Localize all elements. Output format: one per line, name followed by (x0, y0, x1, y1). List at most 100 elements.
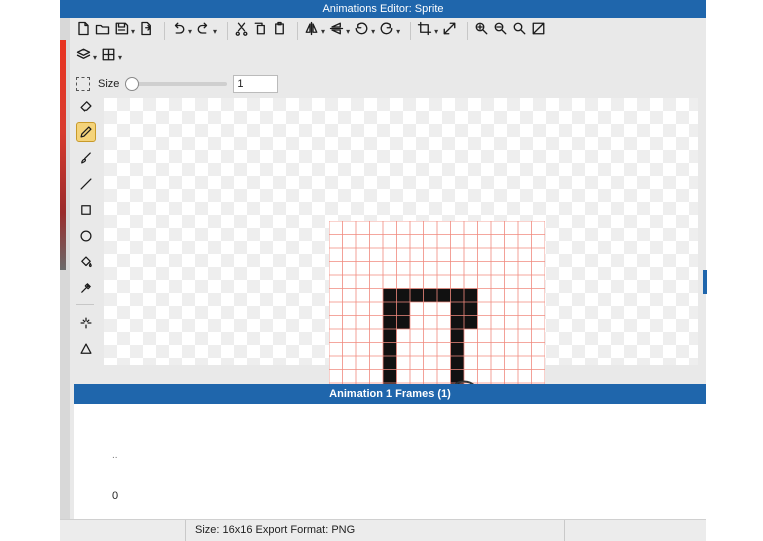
line-tool-icon[interactable] (76, 174, 96, 194)
copy-icon (253, 21, 268, 41)
frames-panel: .. 0 (74, 404, 706, 519)
chevron-down-icon[interactable]: ▾ (321, 27, 325, 36)
eyedropper-tool-icon[interactable] (76, 278, 96, 298)
chevron-down-icon[interactable]: ▾ (93, 53, 97, 62)
save-button[interactable]: ▾ (114, 21, 135, 41)
sprite-pixel[interactable] (450, 302, 465, 316)
status-bar: Size: 16x16 Export Format: PNG (60, 519, 706, 541)
zoom-out-icon (493, 21, 508, 41)
pencil-tool-icon[interactable] (76, 122, 96, 142)
chevron-down-icon[interactable]: ▾ (371, 27, 375, 36)
brush-tool-icon[interactable] (76, 148, 96, 168)
sprite-pixel[interactable] (450, 329, 465, 343)
zoom-fit-button[interactable] (512, 21, 527, 41)
size-slider[interactable] (125, 77, 228, 91)
sprite-pixel[interactable] (396, 302, 411, 316)
undo-button[interactable]: ▾ (171, 21, 192, 41)
chevron-down-icon[interactable]: ▾ (118, 53, 122, 62)
flip-horizontal-button[interactable]: ▾ (304, 21, 325, 41)
size-slider-knob[interactable] (125, 77, 140, 91)
chevron-down-icon[interactable]: ▾ (346, 27, 350, 36)
animations-editor-window: Animations Editor: Sprite ▾ ▾ ▾ ▾ ▾ ▾ ▾ ▾ ▾ ▾ Si… (60, 0, 706, 541)
frame-index-label[interactable]: 0 (112, 490, 118, 502)
eraser-tool-icon[interactable] (76, 96, 96, 116)
status-text: Size: 16x16 Export Format: PNG (195, 524, 356, 536)
new-file-button[interactable] (76, 21, 91, 41)
polygon-tool-icon[interactable] (76, 339, 96, 359)
sprite-pixel[interactable] (383, 329, 397, 343)
sprite-pixel[interactable] (437, 288, 451, 303)
paste-icon (272, 21, 287, 41)
status-divider (185, 520, 186, 541)
sprite-pixel[interactable] (383, 342, 397, 357)
toolbar-separator (227, 22, 229, 40)
sprite-canvas-area[interactable] (104, 98, 698, 437)
sprite-pixel[interactable] (383, 302, 397, 316)
export-button[interactable] (139, 21, 154, 41)
rotate-cw-button[interactable]: ▾ (379, 21, 400, 41)
sprite-pixel[interactable] (396, 288, 411, 303)
invert-icon (531, 21, 546, 41)
toolbar-separator (410, 22, 412, 40)
layers-icon (76, 47, 91, 67)
flip-vertical-button[interactable]: ▾ (329, 21, 350, 41)
frames-panel-header: Animation 1 Frames (1) (74, 384, 706, 404)
invert-button[interactable] (531, 21, 546, 41)
rotate-ccw-button[interactable]: ▾ (354, 21, 375, 41)
sprite-pixel[interactable] (383, 369, 397, 384)
open-folder-button[interactable] (95, 21, 110, 41)
fill-bucket-tool-icon[interactable] (76, 252, 96, 272)
chevron-down-icon[interactable]: ▾ (131, 27, 135, 36)
rectangle-tool-icon[interactable] (76, 200, 96, 220)
sprite-pixel[interactable] (423, 288, 438, 303)
status-divider (564, 520, 565, 541)
new-file-icon (76, 21, 91, 41)
frame-thumbnail[interactable]: .. (112, 450, 118, 461)
ellipse-tool-icon[interactable] (76, 226, 96, 246)
zoom-in-button[interactable] (474, 21, 489, 41)
sprite-pixel[interactable] (450, 288, 465, 303)
sprite-pixel[interactable] (396, 315, 411, 330)
rotate-ccw-icon (354, 21, 369, 41)
copy-button[interactable] (253, 21, 268, 41)
wand-tool-icon[interactable] (76, 313, 96, 333)
zoom-fit-icon (512, 21, 527, 41)
flip-horizontal-icon (304, 21, 319, 41)
sprite-pixel[interactable] (464, 302, 478, 316)
chevron-down-icon[interactable]: ▾ (434, 27, 438, 36)
sprite-pixel[interactable] (464, 315, 478, 330)
sprite-pixel[interactable] (450, 356, 465, 370)
sprite-pixel[interactable] (383, 356, 397, 370)
chevron-down-icon[interactable]: ▾ (188, 27, 192, 36)
layers-button[interactable]: ▾ (76, 47, 97, 67)
chevron-down-icon[interactable]: ▾ (396, 27, 400, 36)
sprite-pixel[interactable] (450, 342, 465, 357)
tool-palette (76, 96, 100, 365)
size-input[interactable]: 1 (233, 75, 279, 93)
chevron-down-icon[interactable]: ▾ (213, 27, 217, 36)
sprite-pixel[interactable] (450, 315, 465, 330)
size-label: Size (98, 78, 120, 90)
grid-button[interactable]: ▾ (101, 47, 122, 67)
resize-button[interactable] (442, 21, 457, 41)
sprite-pixel[interactable] (464, 288, 478, 303)
sprite-pixel[interactable] (383, 288, 397, 303)
paste-button[interactable] (272, 21, 287, 41)
cut-button[interactable] (234, 21, 249, 41)
sprite-pixel[interactable] (410, 288, 424, 303)
crop-button[interactable]: ▾ (417, 21, 438, 41)
window-title: Animations Editor: Sprite (60, 0, 706, 18)
open-folder-icon (95, 21, 110, 41)
sprite-pixel[interactable] (383, 315, 397, 330)
crop-icon (417, 21, 432, 41)
save-icon (114, 21, 129, 41)
toolbar-separator (164, 22, 166, 40)
selection-icon[interactable] (76, 77, 90, 91)
redo-button[interactable]: ▾ (196, 21, 217, 41)
size-control: Size 1 (76, 72, 279, 96)
undo-icon (171, 21, 186, 41)
palette-strip[interactable] (60, 40, 66, 270)
cut-icon (234, 21, 249, 41)
zoom-out-button[interactable] (493, 21, 508, 41)
main-toolbar: ▾ ▾ ▾ ▾ ▾ ▾ ▾ ▾ (76, 20, 550, 42)
